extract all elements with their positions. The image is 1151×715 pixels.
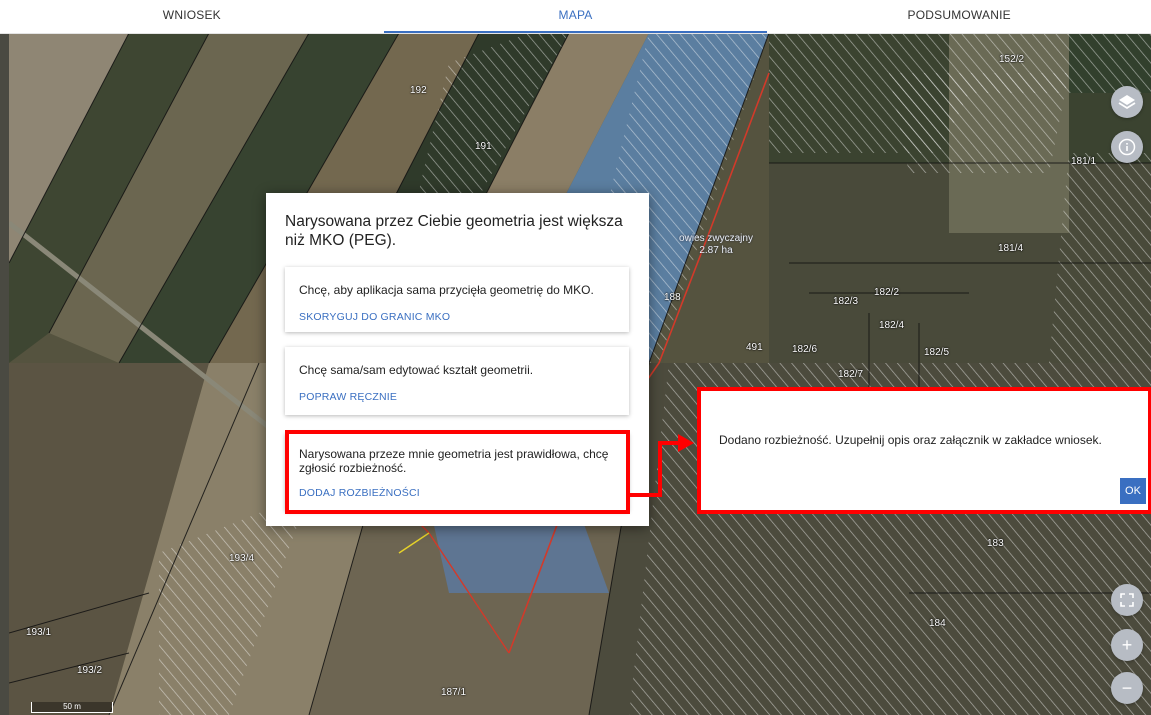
parcel-label: 187/1 [441, 687, 467, 698]
parcel-label: 183 [987, 538, 1004, 549]
geometry-dialog: Narysowana przez Ciebie geometria jest w… [266, 193, 649, 526]
info-button[interactable] [1111, 131, 1143, 163]
tab-mapa[interactable]: MAPA [383, 0, 768, 33]
info-icon [1118, 138, 1136, 156]
discrepancy-notice: Dodano rozbieżność. Uzupełnij opis oraz … [697, 387, 1151, 514]
crop-area: 2.87 ha [699, 245, 733, 256]
correct-to-mko-button[interactable]: SKORYGUJ DO GRANIC MKO [299, 311, 450, 323]
parcel-label: 181/4 [998, 243, 1024, 254]
zoom-in-button[interactable]: + [1111, 629, 1143, 661]
tab-podsumowanie[interactable]: PODSUMOWANIE [767, 0, 1151, 33]
parcel-label: 193/2 [77, 665, 103, 676]
tab-wniosek[interactable]: WNIOSEK [0, 0, 384, 33]
parcel-label: 182/3 [833, 296, 859, 307]
parcel-label: 188 [664, 292, 681, 303]
option-card-manual-edit: Chcę sama/sam edytować kształt geometrii… [285, 347, 629, 415]
parcel-label: 181/1 [1071, 156, 1097, 167]
layers-icon [1118, 95, 1136, 110]
parcel-label: 182/6 [792, 344, 818, 355]
scale-bar: 50 m [31, 702, 113, 713]
option-card-discrepancy: Narysowana przeze mnie geometria jest pr… [285, 433, 629, 511]
add-discrepancy-button[interactable]: DODAJ ROZBIEŻNOŚCI [299, 487, 420, 499]
top-tabs: WNIOSEK MAPA PODSUMOWANIE [0, 0, 1151, 34]
crop-label: owies zwyczajny 2.87 ha [671, 233, 761, 257]
zoom-out-button[interactable]: − [1111, 672, 1143, 704]
parcel-label: 182/2 [874, 287, 900, 298]
fullscreen-button[interactable] [1111, 584, 1143, 616]
parcel-label: 192 [410, 85, 427, 96]
option-card-auto-trim: Chcę, aby aplikacja sama przycięła geome… [285, 267, 629, 332]
parcel-label: 193/1 [26, 627, 52, 638]
ok-button[interactable]: OK [1120, 478, 1146, 504]
option-text: Chcę, aby aplikacja sama przycięła geome… [299, 283, 594, 297]
manual-fix-button[interactable]: POPRAW RĘCZNIE [299, 391, 397, 403]
parcel-label: 182/7 [838, 369, 864, 380]
parcel-label: 491 [746, 342, 763, 353]
option-text: Chcę sama/sam edytować kształt geometrii… [299, 363, 534, 377]
fullscreen-icon [1120, 593, 1134, 607]
crop-name: owies zwyczajny [679, 233, 753, 244]
parcel-label: 193/4 [229, 553, 255, 564]
parcel-label: 182/4 [879, 320, 905, 331]
parcel-label: 182/5 [924, 347, 950, 358]
layers-button[interactable] [1111, 86, 1143, 118]
parcel-label: 191 [475, 141, 492, 152]
parcel-label: 152/2 [999, 54, 1025, 65]
option-text: Narysowana przeze mnie geometria jest pr… [299, 447, 609, 475]
dialog-title: Narysowana przez Ciebie geometria jest w… [285, 213, 623, 249]
notice-text: Dodano rozbieżność. Uzupełnij opis oraz … [719, 433, 1102, 447]
parcel-label: 184 [929, 618, 946, 629]
